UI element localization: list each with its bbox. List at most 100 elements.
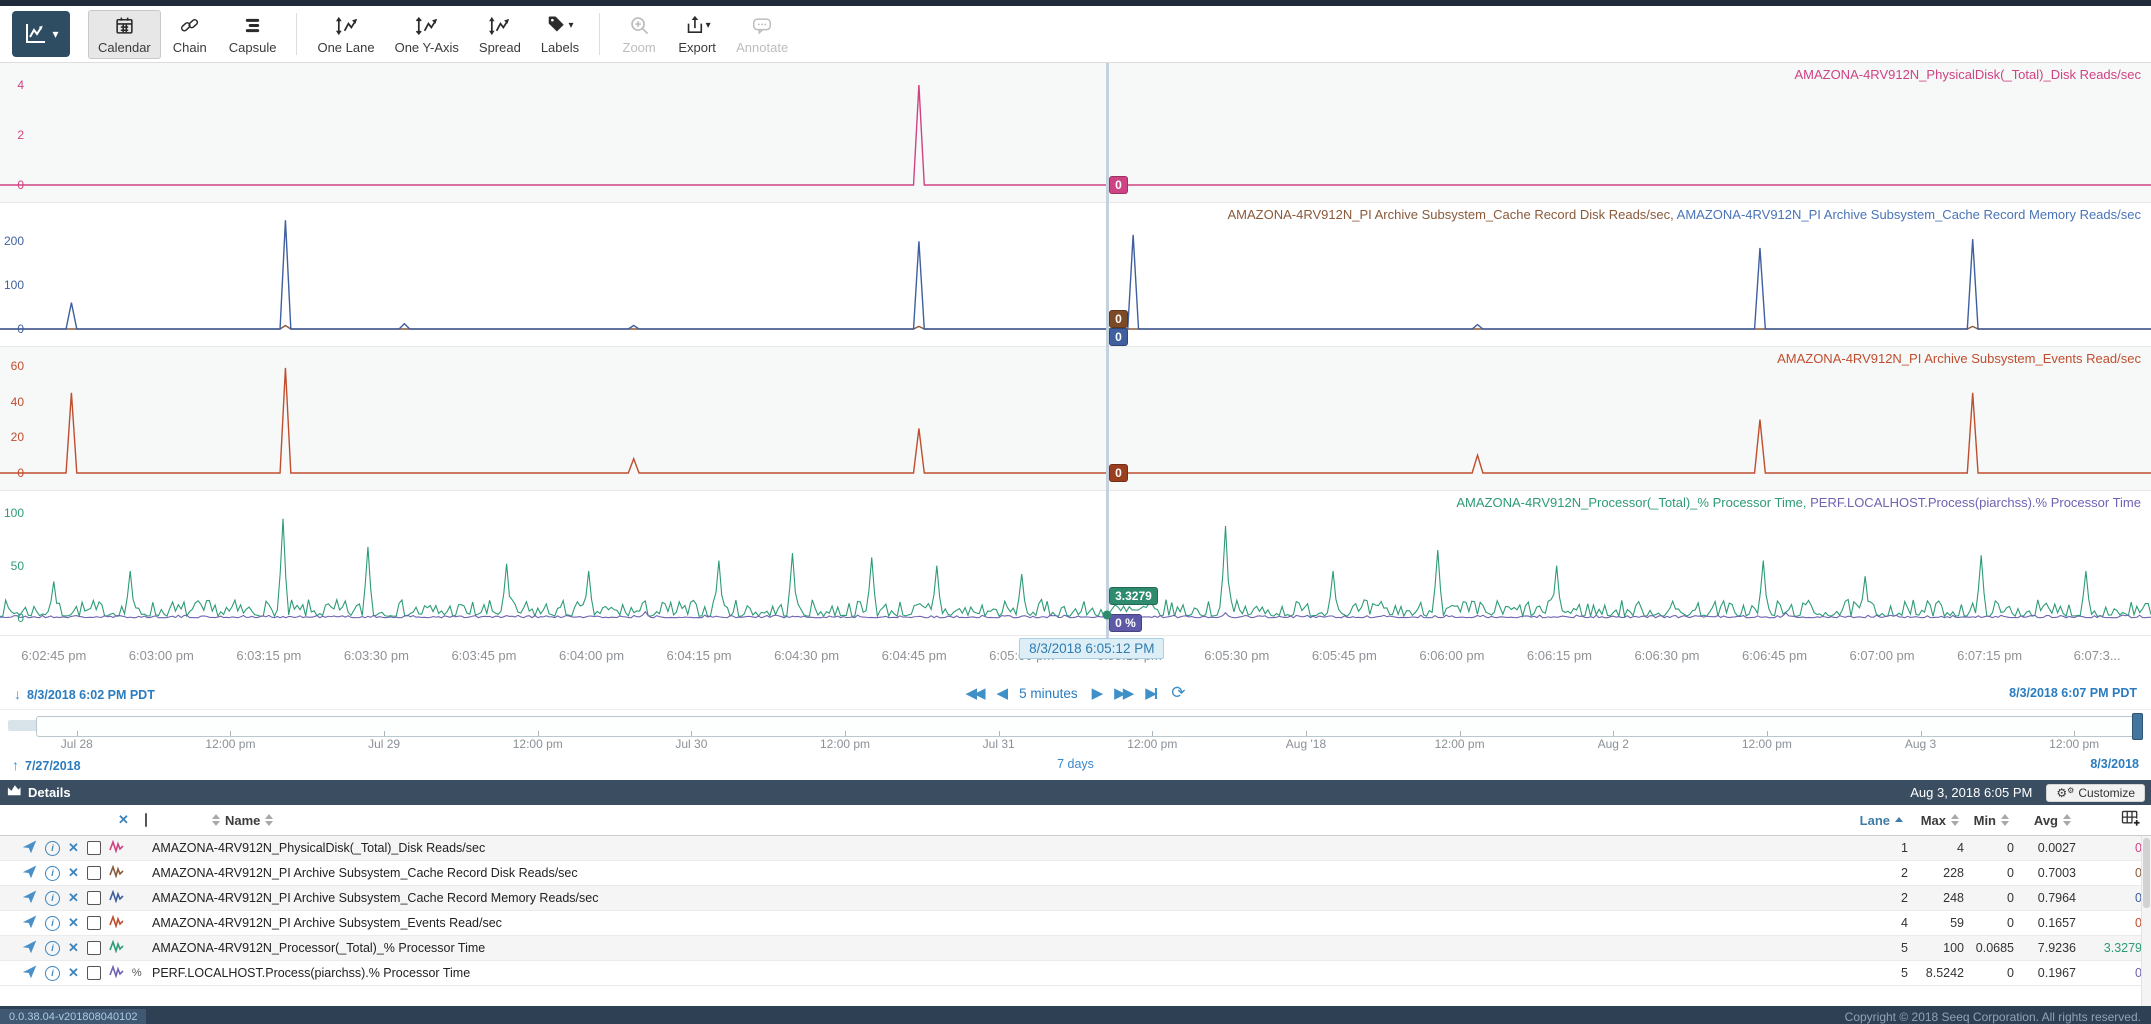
toolbar-button-calendar[interactable]: Calendar [88,10,161,59]
row-checkbox[interactable] [87,891,101,905]
display-range-start[interactable]: ↓8/3/2018 6:02 PM PDT [14,686,155,702]
series-label[interactable]: AMAZONA-4RV912N_Processor(_Total)_% Proc… [1456,495,1810,510]
send-to-icon[interactable] [22,939,37,957]
sort-max-control[interactable] [1951,814,1959,826]
row-checkbox[interactable] [87,941,101,955]
send-to-icon[interactable] [22,964,37,982]
send-to-icon[interactable] [22,839,37,857]
chart-lane-5[interactable]: 100500AMAZONA-4RV912N_Processor(_Total)_… [0,491,2151,636]
chart-lane-1[interactable]: 420AMAZONA-4RV912N_PhysicalDisk(_Total)_… [0,63,2151,203]
row-checkbox[interactable] [87,866,101,880]
x-axis-tick-label: 6:06:30 pm [1613,648,1721,663]
sort-name-control[interactable] [265,814,273,826]
row-lane: 5 [1856,941,1908,955]
step-forward-button[interactable]: ▶ [1092,684,1101,702]
toolbar-button-one-lane[interactable]: One Lane [307,10,384,59]
table-row[interactable]: i ✕ AMAZONA-4RV912N_Processor(_Total)_% Pr… [0,936,2151,961]
sort-avg-control[interactable] [2063,814,2071,826]
row-max: 228 [1908,866,1964,880]
row-name[interactable]: PERF.LOCALHOST.Process(piarchss).% Proce… [147,966,1856,980]
customize-button[interactable]: ⚙⚙ Customize [2046,784,2145,802]
lane-label[interactable]: AMAZONA-4RV912N_PhysicalDisk(_Total)_Dis… [1794,67,2141,82]
info-icon[interactable]: i [45,941,60,956]
row-min: 0.0685 [1964,941,2014,955]
sort-lane-asc-icon[interactable] [1895,817,1903,824]
send-to-icon[interactable] [22,914,37,932]
view-selector-button[interactable]: ▾ [12,11,70,57]
info-icon[interactable]: i [45,841,60,856]
send-to-icon[interactable] [22,864,37,882]
toolbar-button-one-y-axis[interactable]: One Y-Axis [385,10,469,59]
y-axis-tick: 40 [0,395,24,409]
column-header-name[interactable]: Name [225,813,260,828]
column-header-lane[interactable]: Lane [1860,813,1890,828]
slider-end-date[interactable]: 8/3/2018 [2090,757,2139,771]
remove-icon[interactable]: ✕ [68,915,79,931]
display-range-end[interactable]: 8/3/2018 6:07 PM PDT [2009,686,2137,700]
info-icon[interactable]: i [45,966,60,981]
table-row[interactable]: i ✕ AMAZONA-4RV912N_PI Archive Subsystem_C… [0,861,2151,886]
chart-lane-2[interactable]: 2001000AMAZONA-4RV912N_PI Archive Subsys… [0,203,2151,347]
table-scrollbar[interactable] [2141,836,2151,1006]
lane-label[interactable]: AMAZONA-4RV912N_PI Archive Subsystem_Eve… [1777,351,2141,366]
step-to-now-button[interactable]: ▶ [1145,684,1157,702]
row-name[interactable]: AMAZONA-4RV912N_PI Archive Subsystem_Cac… [147,891,1856,905]
chart-lane-4[interactable]: 6040200AMAZONA-4RV912N_PI Archive Subsys… [0,347,2151,491]
remove-icon[interactable]: ✕ [68,940,79,956]
step-forward-half-button[interactable]: ▶▶ [1114,684,1131,702]
series-label[interactable]: AMAZONA-4RV912N_PI Archive Subsystem_Eve… [1777,351,2141,366]
series-label[interactable]: AMAZONA-4RV912N_PI Archive Subsystem_Cac… [1227,207,1676,222]
row-name[interactable]: AMAZONA-4RV912N_PI Archive Subsystem_Eve… [147,916,1856,930]
lane-label[interactable]: AMAZONA-4RV912N_PI Archive Subsystem_Cac… [1227,207,2141,222]
sort-min-control[interactable] [2001,814,2009,826]
row-name[interactable]: AMAZONA-4RV912N_PhysicalDisk(_Total)_Dis… [147,841,1856,855]
remove-icon[interactable]: ✕ [68,840,79,856]
sort-color-control[interactable] [212,814,220,826]
toolbar-button-labels[interactable]: ▾ Labels [531,10,589,59]
series-label[interactable]: PERF.LOCALHOST.Process(piarchss).% Proce… [1810,495,2141,510]
one-lane-icon [334,14,359,38]
info-icon[interactable]: i [45,866,60,881]
send-to-icon[interactable] [22,889,37,907]
slider-selection[interactable] [36,716,2137,737]
step-back-button[interactable]: ◀ [997,684,1006,702]
column-header-avg[interactable]: Avg [2034,813,2058,828]
series-label[interactable]: AMAZONA-4RV912N_PI Archive Subsystem_Cac… [1677,207,2141,222]
y-axis-tick: 0 [0,466,24,480]
row-checkbox[interactable] [87,966,101,980]
row-checkbox[interactable] [87,916,101,930]
step-back-half-button[interactable]: ◀◀ [965,684,982,702]
row-avg: 0.0027 [2014,841,2076,855]
info-icon[interactable]: i [45,916,60,931]
series-label[interactable]: AMAZONA-4RV912N_PhysicalDisk(_Total)_Dis… [1794,67,2141,82]
row-cursor-value: 0 [2076,891,2142,905]
row-lane: 2 [1856,891,1908,905]
trend-chart-area[interactable]: 420AMAZONA-4RV912N_PhysicalDisk(_Total)_… [0,63,2151,709]
toolbar-button-chain[interactable]: Chain [161,10,219,59]
remove-icon[interactable]: ✕ [68,890,79,906]
toolbar-button-export[interactable]: ▾ Export [668,10,726,59]
refresh-icon[interactable]: ⟳ [1171,683,1185,703]
table-row[interactable]: i ✕ AMAZONA-4RV912N_PI Archive Subsystem_E… [0,911,2151,936]
table-row[interactable]: i ✕ AMAZONA-4RV912N_PhysicalDisk(_Total)_D… [0,836,2151,861]
slider-duration[interactable]: 7 days [1057,757,1094,771]
column-header-min[interactable]: Min [1974,813,1996,828]
row-name[interactable]: AMAZONA-4RV912N_PI Archive Subsystem_Cac… [147,866,1856,880]
table-row[interactable]: i ✕ AMAZONA-4RV912N_PI Archive Subsystem_C… [0,886,2151,911]
remove-icon[interactable]: ✕ [68,865,79,881]
row-name[interactable]: AMAZONA-4RV912N_Processor(_Total)_% Proc… [147,941,1856,955]
slider-start-date[interactable]: ↑7/27/2018 [12,757,81,773]
slider-handle[interactable] [2132,713,2143,740]
lane-label[interactable]: AMAZONA-4RV912N_Processor(_Total)_% Proc… [1456,495,2141,510]
info-icon[interactable]: i [45,891,60,906]
toolbar-button-spread[interactable]: Spread [469,10,531,59]
duration-label[interactable]: 5 minutes [1019,686,1078,701]
column-header-max[interactable]: Max [1921,813,1946,828]
add-column-icon[interactable] [2121,810,2142,831]
remove-icon[interactable]: ✕ [68,965,79,981]
slider-tick [691,731,692,736]
row-checkbox[interactable] [87,841,101,855]
slider-tick-label: Jul 28 [61,737,93,751]
table-row[interactable]: i✕%PERF.LOCALHOST.Process(piarchss).% Pr… [0,961,2151,986]
toolbar-button-capsule[interactable]: Capsule [219,10,287,59]
